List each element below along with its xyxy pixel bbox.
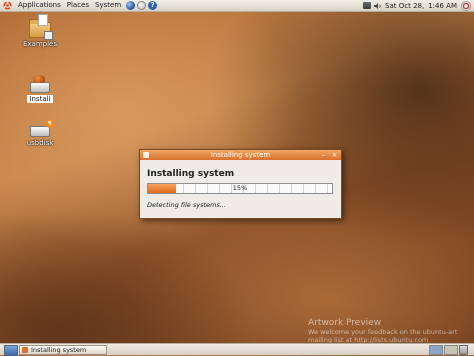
progress-percent-label: 15%: [232, 184, 248, 192]
bottom-panel: Installing system: [0, 343, 474, 356]
trash-icon[interactable]: [459, 345, 468, 355]
usb-drive-icon: ↯: [30, 120, 54, 137]
help-icon[interactable]: ?: [148, 1, 158, 10]
volume-icon[interactable]: [374, 2, 382, 10]
close-icon[interactable]: ×: [330, 151, 339, 159]
link-badge-icon: [44, 31, 53, 40]
folder-icon: [29, 14, 53, 40]
desktop-icon-label: usbdisk: [26, 139, 54, 147]
taskbar-button-installing-system[interactable]: Installing system: [19, 345, 107, 355]
taskbar-button-label: Installing system: [31, 346, 87, 354]
show-desktop-button[interactable]: [4, 345, 18, 356]
installer-disc-icon: [33, 75, 45, 83]
clock-date[interactable]: Sat Oct 28,: [385, 2, 424, 10]
main-menu-bar: Applications Places System ?: [0, 0, 158, 11]
document-icon: [38, 14, 48, 26]
installer-task-icon: [22, 347, 28, 353]
workspace-switcher: [428, 345, 458, 355]
installer-icon: [30, 75, 50, 93]
install-status-text: Detecting file systems...: [147, 201, 226, 209]
places-menu[interactable]: Places: [64, 0, 92, 11]
ubuntu-logo-icon[interactable]: [3, 1, 12, 10]
system-tray: Sat Oct 28, 1:46 AM: [363, 0, 474, 11]
network-icon[interactable]: [363, 2, 372, 9]
power-icon[interactable]: [461, 0, 471, 11]
dialog-heading: Installing system: [147, 169, 235, 179]
window-menu-icon[interactable]: [143, 152, 149, 158]
clock-time[interactable]: 1:46 AM: [428, 2, 457, 10]
watermark-title: Artwork Preview: [308, 318, 382, 328]
dialog-titlebar[interactable]: Installing system – ×: [140, 150, 341, 160]
mail-icon[interactable]: [137, 1, 147, 10]
applications-menu[interactable]: Applications: [15, 0, 64, 11]
desktop-icon-label: Examples: [22, 40, 57, 48]
desktop-icon-usbdisk[interactable]: ↯ usbdisk: [20, 120, 60, 147]
watermark-line-1: We welcome your feedback on the ubuntu-a…: [308, 328, 458, 336]
desktop-icon-install[interactable]: Install: [20, 75, 60, 103]
minimize-icon[interactable]: –: [319, 151, 328, 159]
artwork-preview-watermark: Artwork Preview We welcome your feedback…: [308, 318, 457, 344]
desktop-icon-label: Install: [27, 95, 53, 103]
installing-system-dialog: Installing system – × Installing system …: [139, 149, 342, 219]
desktop-icon-examples[interactable]: Examples: [20, 14, 60, 48]
top-panel: Applications Places System ? Sat Oct 28,…: [0, 0, 474, 12]
workspace-1[interactable]: [429, 345, 443, 355]
web-browser-icon[interactable]: [126, 1, 136, 10]
system-menu[interactable]: System: [92, 0, 124, 11]
dialog-title: Installing system: [210, 151, 271, 159]
workspace-2[interactable]: [444, 345, 458, 355]
usb-badge-icon: ↯: [46, 120, 54, 128]
install-progress-bar: 15%: [147, 183, 333, 194]
